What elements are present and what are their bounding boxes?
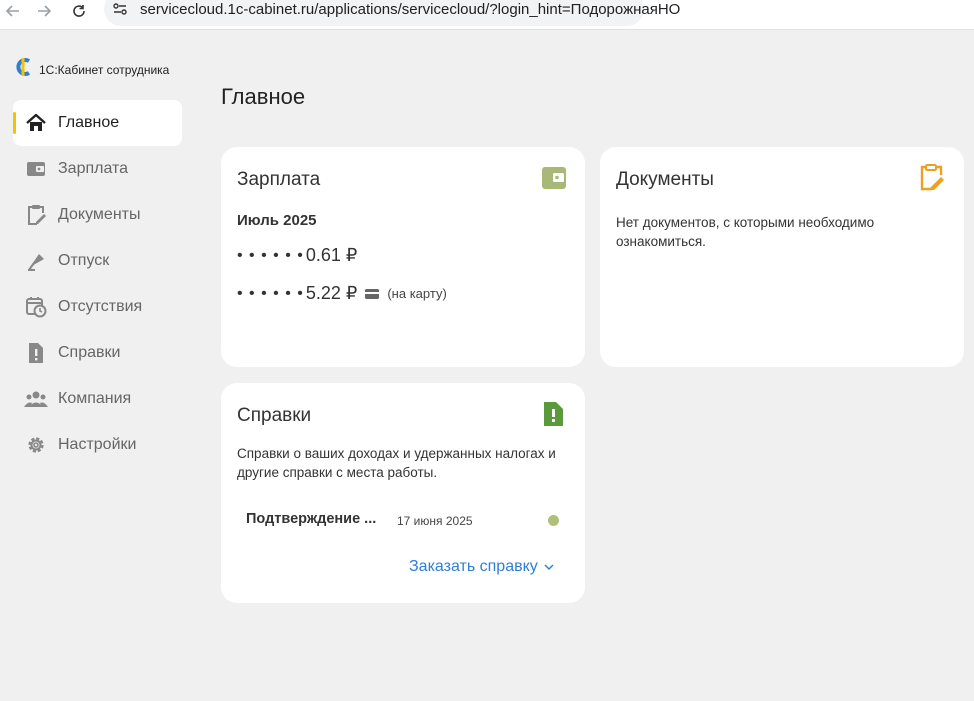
sidebar-item-home[interactable]: Главное: [13, 100, 182, 146]
sidebar-item-label: Документы: [58, 206, 141, 223]
browser-toolbar: servicecloud.1c-cabinet.ru/applications/…: [0, 0, 974, 30]
page-title: Главное: [221, 84, 306, 109]
site-settings-icon[interactable]: [107, 0, 133, 20]
certificate-title: Подтверждение ...: [246, 511, 377, 527]
order-certificate-label: Заказать справку: [409, 558, 538, 575]
document-alert-icon: [539, 400, 567, 428]
beach-icon: [24, 249, 48, 273]
url-text[interactable]: servicecloud.1c-cabinet.ru/applications/…: [140, 1, 680, 18]
salary-note: (на карту): [387, 286, 447, 301]
order-certificate-button[interactable]: Заказать справку: [409, 558, 554, 576]
calendar-clock-icon: [24, 295, 48, 319]
wallet-icon: [24, 157, 48, 181]
sidebar-item-label: Настройки: [58, 436, 137, 453]
reload-icon[interactable]: [66, 0, 92, 22]
sidebar-item-label: Зарплата: [58, 160, 129, 177]
documents-empty-text: Нет документов, с которыми необходимо оз…: [616, 215, 875, 249]
wallet-icon: [540, 164, 568, 192]
sidebar-item-documents[interactable]: Документы: [13, 192, 182, 238]
sidebar-item-label: Отпуск: [58, 252, 110, 269]
document-alert-icon: [24, 341, 48, 365]
salary-period: Июль 2025: [237, 212, 317, 229]
certificates-description: Справки о ваших доходах и удержанных нал…: [237, 446, 556, 480]
certificates-card-title: Справки: [237, 405, 312, 426]
sidebar-item-certificates[interactable]: Справки: [13, 330, 182, 376]
bank-card-icon: [365, 288, 380, 299]
chevron-down-icon: [544, 563, 554, 570]
certificate-date: 17 июня 2025: [397, 514, 473, 528]
sidebar-item-label: Справки: [58, 344, 121, 361]
forward-icon[interactable]: [31, 0, 57, 22]
salary-line: • • • • • • 0.61 ₽: [237, 245, 357, 266]
sidebar-item-salary[interactable]: Зарплата: [13, 146, 182, 192]
masked-digits: • • • • • •: [237, 284, 304, 302]
salary-line: • • • • • • 5.22 ₽ (на карту): [237, 283, 447, 304]
masked-digits: • • • • • •: [237, 246, 304, 264]
salary-amount: 5.22 ₽: [305, 283, 358, 303]
people-icon: [24, 387, 48, 411]
sidebar-item-label: Компания: [58, 390, 132, 407]
certificates-card[interactable]: Справки Справки о ваших доходах и удержа…: [221, 383, 585, 603]
sidebar-item-label: Отсутствия: [58, 298, 143, 315]
back-icon[interactable]: [0, 0, 26, 22]
list-item[interactable]: Подтверждение ... 17 июня 2025: [246, 511, 566, 531]
documents-card-title: Документы: [616, 169, 714, 190]
gear-icon: [24, 433, 48, 457]
home-icon: [24, 111, 48, 135]
app-logo: [15, 57, 33, 77]
sidebar-item-vacation[interactable]: Отпуск: [13, 238, 182, 284]
sidebar-item-label: Главное: [58, 114, 120, 131]
salary-card[interactable]: Зарплата Июль 2025 • • • • • • 0.61 ₽ • …: [221, 147, 585, 367]
app-title: 1С:Кабинет сотрудника: [39, 63, 170, 77]
clipboard-edit-icon: [918, 164, 946, 192]
salary-amount: 0.61 ₽: [305, 245, 358, 265]
documents-card[interactable]: Документы Нет документов, с которыми нео…: [600, 147, 964, 367]
sidebar-item-absences[interactable]: Отсутствия: [13, 284, 182, 330]
salary-card-title: Зарплата: [237, 169, 321, 190]
clipboard-edit-icon: [24, 203, 48, 227]
status-dot: [548, 515, 559, 526]
sidebar-item-company[interactable]: Компания: [13, 376, 182, 422]
sidebar-item-settings[interactable]: Настройки: [13, 422, 182, 468]
